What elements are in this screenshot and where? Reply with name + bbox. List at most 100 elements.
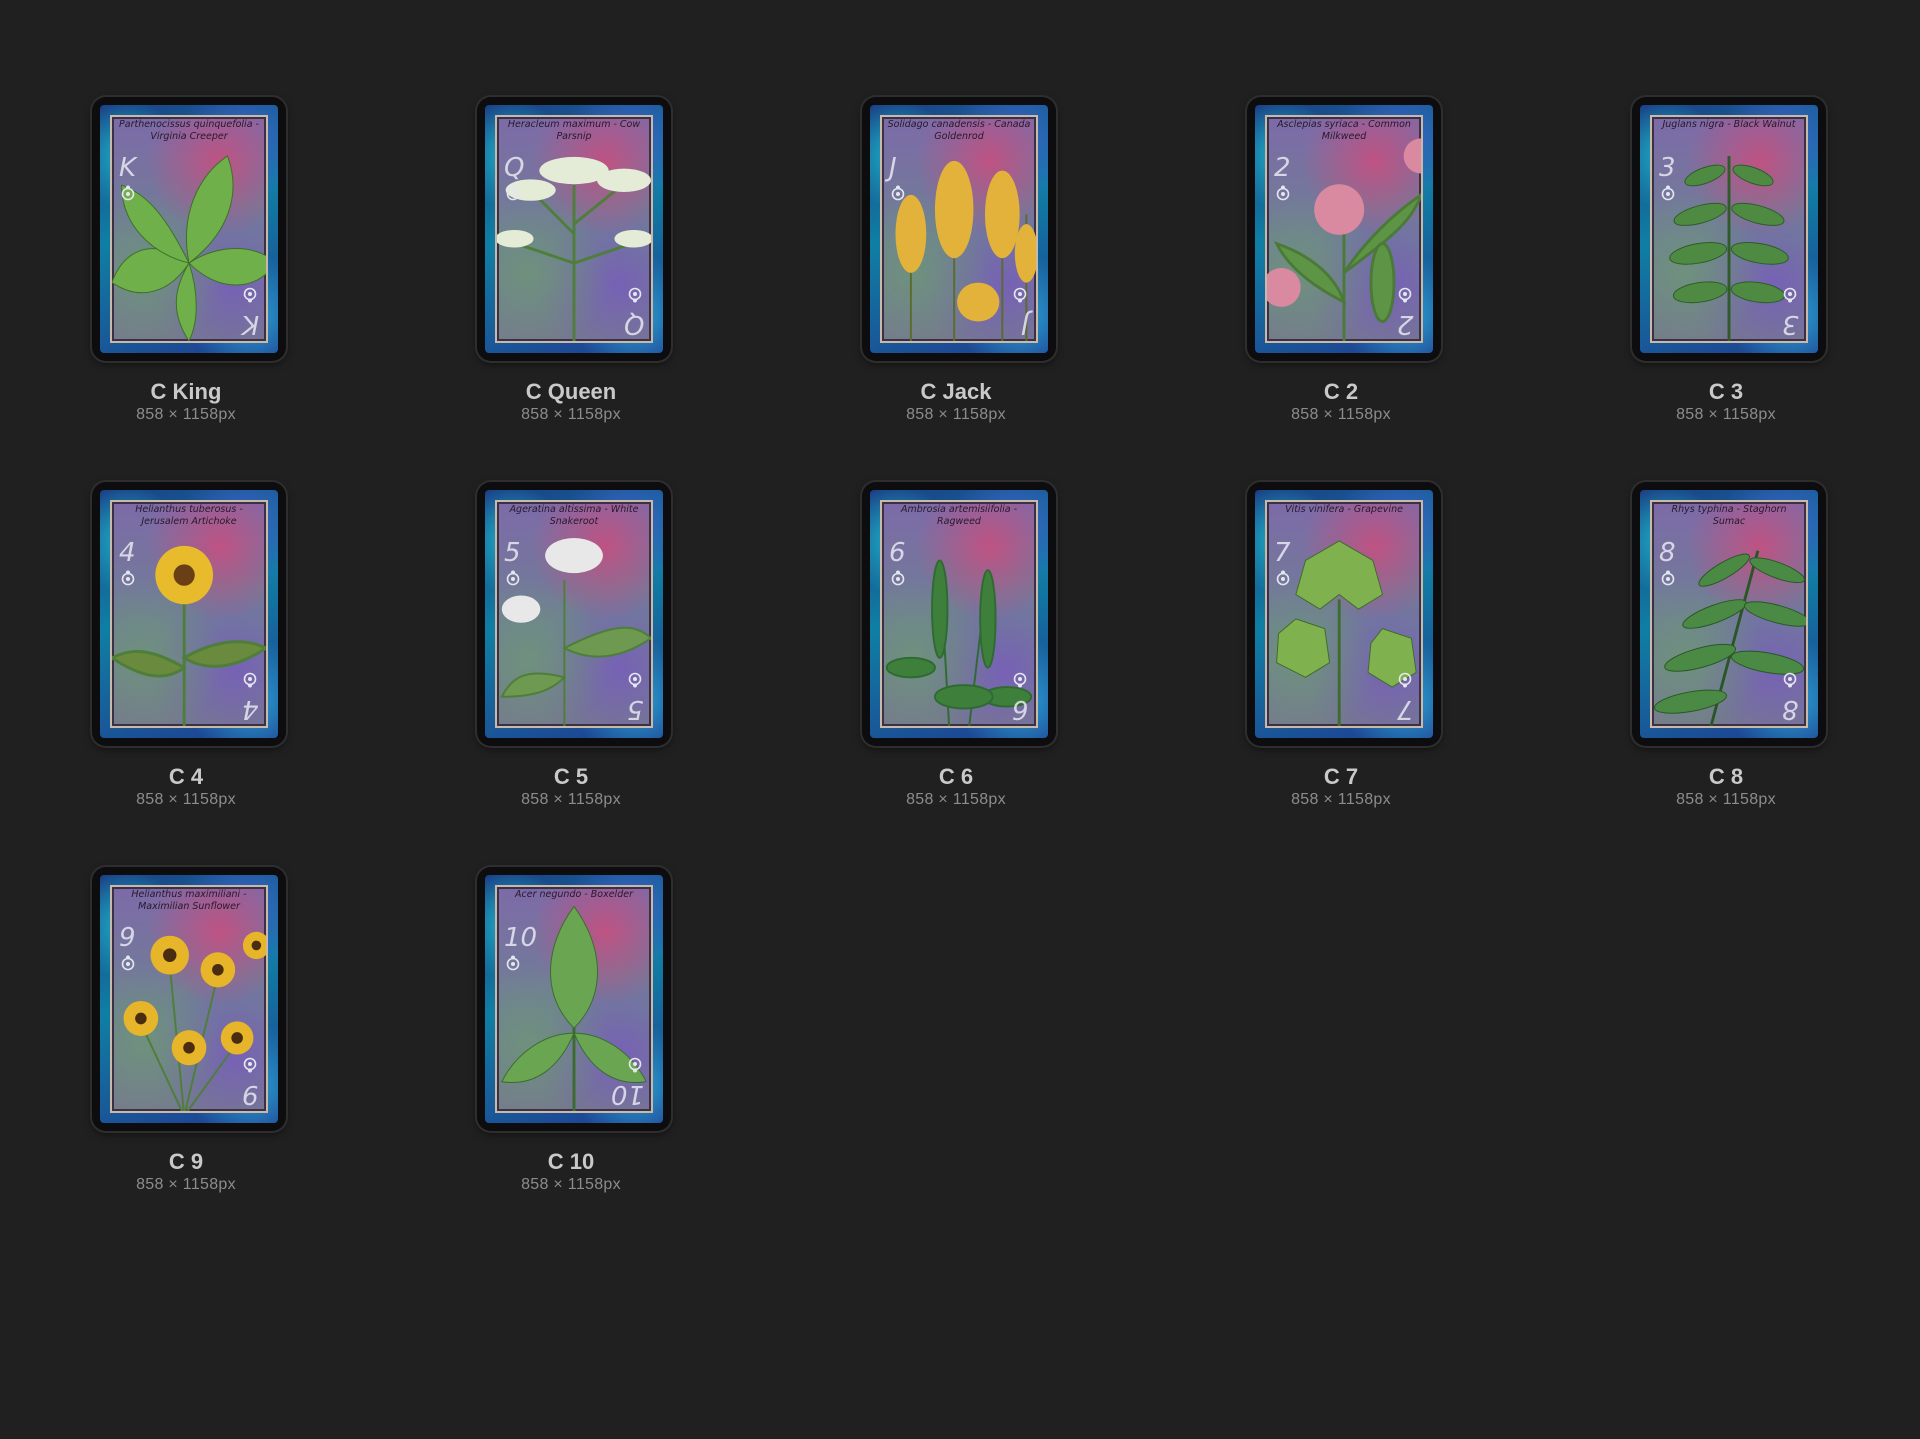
card-thumbnail[interactable]: Juglans nigra - Black Walnut 3 3 [1632,97,1826,361]
file-name[interactable]: C 8 [1576,765,1876,789]
file-name[interactable]: C 5 [421,765,721,789]
card-border: Heracleum maximum - Cow Parsnip Q Q [485,105,663,353]
card-caption: Parthenocissus quinquefolia - Virginia C… [119,119,259,142]
file-dimensions: 858 × 1158px [136,406,236,423]
card-thumbnail[interactable]: Parthenocissus quinquefolia - Virginia C… [92,97,286,361]
file-tile[interactable]: Ambrosia artemisiifolia - Ragweed 6 6 C … [806,482,1106,822]
file-name[interactable]: C King [36,380,336,404]
suit-pip-icon [121,185,135,201]
sunflower-cluster-icon [123,931,266,1111]
file-tile[interactable]: Solidago canadensis - Canada Goldenrod J… [806,97,1106,437]
card-caption: Acer negundo - Boxelder [515,889,633,900]
file-name[interactable]: C Queen [421,380,721,404]
goldenrod-icon [895,160,1036,341]
file-tile[interactable]: Rhys typhina - Staghorn Sumac 8 8 C 8 85… [1576,482,1876,822]
card-border: Ambrosia artemisiifolia - Ragweed 6 6 [870,490,1048,738]
card-border: Rhys typhina - Staghorn Sumac 8 8 [1640,490,1818,738]
file-dimensions: 858 × 1158px [1291,791,1391,808]
card-thumbnail[interactable]: Helianthus tuberosus - Jerusalem Articho… [92,482,286,746]
file-name[interactable]: C 7 [1191,765,1491,789]
suit-pip-icon [121,570,135,586]
suit-pip-icon [1276,185,1290,201]
file-name[interactable]: C 9 [36,1150,336,1174]
card-rank-top: J [889,153,897,183]
compound-leaf-icon [1669,155,1789,341]
card-border: Solidago canadensis - Canada Goldenrod J… [870,105,1048,353]
file-tile[interactable]: Heracleum maximum - Cow Parsnip Q Q C Qu… [421,97,721,437]
card-rank-top: K [119,153,137,183]
card-thumbnail[interactable]: Solidago canadensis - Canada Goldenrod J… [862,97,1056,361]
card-caption: Rhys typhina - Staghorn Sumac [1671,504,1787,527]
card-face: Heracleum maximum - Cow Parsnip Q Q [495,115,653,343]
card-rank-bottom: 10 [610,1079,644,1109]
card-rank-top: 10 [504,923,538,953]
card-rank-bottom: Q [623,309,644,339]
card-thumbnail[interactable]: Vitis vinifera - Grapevine 7 7 [1247,482,1441,746]
suit-pip-icon [1276,570,1290,586]
file-tile[interactable]: Asclepias syriaca - Common Milkweed 2 2 … [1191,97,1491,437]
file-name[interactable]: C Jack [806,380,1106,404]
file-name[interactable]: C 6 [806,765,1106,789]
card-rank-bottom: 7 [1397,694,1414,724]
card-rank-bottom: 4 [242,694,259,724]
file-tile[interactable]: Helianthus tuberosus - Jerusalem Articho… [36,482,336,822]
suit-pip-icon [1783,287,1797,303]
card-face: Acer negundo - Boxelder 10 10 [495,885,653,1113]
file-name[interactable]: C 4 [36,765,336,789]
card-thumbnail[interactable]: Rhys typhina - Staghorn Sumac 8 8 [1632,482,1826,746]
file-dimensions: 858 × 1158px [521,791,621,808]
card-thumbnail[interactable]: Ambrosia artemisiifolia - Ragweed 6 6 [862,482,1056,746]
file-tile[interactable]: Vitis vinifera - Grapevine 7 7 C 7 858 ×… [1191,482,1491,822]
suit-pip-icon [243,287,257,303]
suit-pip-icon [506,570,520,586]
card-rank-top: 4 [119,538,136,568]
card-rank-bottom: J [1021,309,1029,339]
file-tile[interactable]: Juglans nigra - Black Walnut 3 3 C 3 858… [1576,97,1876,437]
card-thumbnail[interactable]: Ageratina altissima - White Snakeroot 5 … [477,482,671,746]
file-dimensions: 858 × 1158px [1676,406,1776,423]
file-name[interactable]: C 3 [1576,380,1876,404]
card-border: Acer negundo - Boxelder 10 10 [485,875,663,1123]
card-rank-top: 6 [889,538,906,568]
card-thumbnail[interactable]: Acer negundo - Boxelder 10 10 [477,867,671,1131]
card-rank-top: 8 [1659,538,1676,568]
suit-pip-icon [1013,672,1027,688]
file-dimensions: 858 × 1158px [906,406,1006,423]
suit-pip-icon [1398,672,1412,688]
card-rank-top: 9 [119,923,136,953]
file-dimensions: 858 × 1158px [136,1176,236,1193]
ragweed-icon [885,559,1033,726]
file-name[interactable]: C 2 [1191,380,1491,404]
card-face: Juglans nigra - Black Walnut 3 3 [1650,115,1808,343]
suit-pip-icon [506,955,520,971]
card-thumbnail[interactable]: Asclepias syriaca - Common Milkweed 2 2 [1247,97,1441,361]
file-dimensions: 858 × 1158px [521,1176,621,1193]
suit-pip-icon [628,1057,642,1073]
sunflower-icon [112,545,266,726]
suit-pip-icon [121,955,135,971]
card-rank-bottom: 3 [1782,309,1799,339]
file-name[interactable]: C 10 [421,1150,721,1174]
file-dimensions: 858 × 1158px [906,791,1006,808]
suit-pip-icon [243,672,257,688]
file-tile[interactable]: Parthenocissus quinquefolia - Virginia C… [36,97,336,437]
grape-leaf-icon [1276,540,1417,726]
card-thumbnail[interactable]: Heracleum maximum - Cow Parsnip Q Q [477,97,671,361]
file-dimensions: 858 × 1158px [1291,406,1391,423]
suit-pip-icon [1013,287,1027,303]
card-thumbnail[interactable]: Helianthus maximiliani - Maximilian Sunf… [92,867,286,1131]
file-tile[interactable]: Helianthus maximiliani - Maximilian Sunf… [36,867,336,1207]
card-face: Ageratina altissima - White Snakeroot 5 … [495,500,653,728]
file-tile[interactable]: Ageratina altissima - White Snakeroot 5 … [421,482,721,822]
card-rank-bottom: 5 [627,694,644,724]
card-face: Solidago canadensis - Canada Goldenrod J… [880,115,1038,343]
file-tile[interactable]: Acer negundo - Boxelder 10 10 C 10 858 ×… [421,867,721,1207]
card-caption: Helianthus maximiliani - Maximilian Sunf… [131,889,247,912]
suit-pip-icon [506,185,520,201]
card-rank-top: 2 [1274,153,1291,183]
boxelder-leaf-icon [501,905,647,1111]
leaf-cluster-icon [112,155,266,341]
card-face: Parthenocissus quinquefolia - Virginia C… [110,115,268,343]
card-caption: Ageratina altissima - White Snakeroot [509,504,639,527]
card-rank-top: 5 [504,538,521,568]
